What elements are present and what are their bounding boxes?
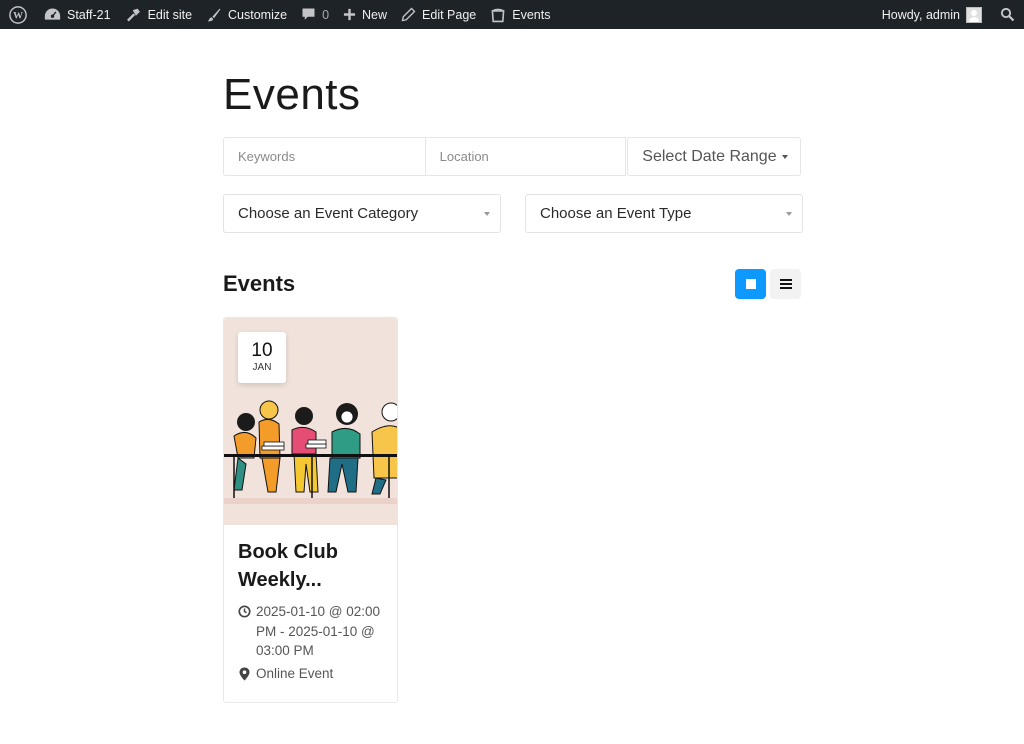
search-icon — [1000, 7, 1015, 22]
new-label: New — [362, 7, 388, 22]
wordpress-logo-button[interactable]: W — [0, 0, 37, 29]
events-label: Events — [512, 7, 551, 22]
location-input[interactable] — [439, 149, 612, 164]
grid-view-button[interactable] — [735, 269, 766, 299]
keywords-field[interactable] — [223, 137, 426, 176]
event-location-text: Online Event — [256, 666, 334, 681]
page-title: Events — [223, 70, 361, 119]
event-type-select[interactable]: Choose an Event Type — [525, 194, 803, 233]
event-card[interactable]: 10 JAN Book Club Weekly... 2025-01-10 @ … — [223, 317, 398, 703]
event-datetime-text: 2025-01-10 @ 02:00 PM - 2025-01-10 @ 03:… — [256, 604, 381, 658]
grid-icon — [745, 279, 756, 289]
view-toggle — [735, 269, 801, 299]
event-date-badge: 10 JAN — [238, 332, 286, 383]
admin-bar: W Staff-21 Edit site Customize 0 New Edi… — [0, 0, 1024, 29]
edit-site-link[interactable]: Edit site — [118, 0, 199, 29]
list-view-button[interactable] — [770, 269, 801, 299]
chevron-down-icon — [782, 154, 788, 159]
admin-search-button[interactable] — [993, 0, 1024, 29]
wordpress-icon: W — [9, 5, 27, 24]
comments-count: 0 — [322, 7, 330, 22]
event-datetime: 2025-01-10 @ 02:00 PM - 2025-01-10 @ 03:… — [238, 602, 388, 661]
site-name-link[interactable]: Staff-21 — [37, 0, 118, 29]
event-category-select[interactable]: Choose an Event Category — [223, 194, 501, 233]
svg-text:W: W — [13, 10, 23, 21]
events-section-heading: Events — [223, 271, 296, 296]
customize-label: Customize — [228, 7, 288, 22]
event-filters: Choose an Event Category Choose an Event… — [223, 194, 803, 233]
keywords-input[interactable] — [238, 149, 411, 164]
location-field[interactable] — [425, 137, 627, 176]
calendar-icon — [491, 8, 505, 22]
edit-page-label: Edit Page — [422, 7, 477, 22]
clock-icon — [238, 605, 251, 618]
edit-site-label: Edit site — [147, 7, 193, 22]
brush-icon — [207, 8, 221, 21]
edit-page-link[interactable]: Edit Page — [394, 0, 483, 29]
event-search-bar: Select Date Range — [223, 137, 801, 176]
chevron-down-icon — [484, 211, 490, 216]
customize-link[interactable]: Customize — [199, 0, 294, 29]
event-location: Online Event — [238, 664, 333, 684]
events-link[interactable]: Events — [483, 0, 557, 29]
pencil-icon — [401, 7, 416, 22]
event-title[interactable]: Book Club Weekly... — [238, 538, 388, 594]
date-range-select[interactable]: Select Date Range — [627, 137, 801, 176]
site-name-label: Staff-21 — [67, 7, 111, 22]
event-day: 10 — [251, 340, 273, 361]
greeting-label: Howdy, admin — [881, 7, 960, 22]
avatar — [966, 6, 982, 23]
dashboard-icon — [44, 8, 61, 20]
comments-link[interactable]: 0 — [294, 0, 336, 29]
date-range-label: Select Date Range — [642, 147, 777, 165]
list-icon — [779, 279, 792, 289]
map-pin-icon — [239, 667, 250, 681]
comment-icon — [302, 8, 315, 20]
hammer-icon — [126, 8, 140, 21]
event-type-label: Choose an Event Type — [540, 205, 692, 222]
event-image[interactable]: 10 JAN — [224, 318, 397, 525]
new-content-link[interactable]: New — [336, 0, 394, 29]
event-category-label: Choose an Event Category — [238, 205, 419, 222]
book-club-illustration — [224, 400, 397, 504]
chevron-down-icon — [786, 211, 792, 216]
my-account-link[interactable]: Howdy, admin — [875, 0, 993, 29]
plus-icon — [343, 8, 356, 21]
event-month: JAN — [252, 362, 272, 373]
